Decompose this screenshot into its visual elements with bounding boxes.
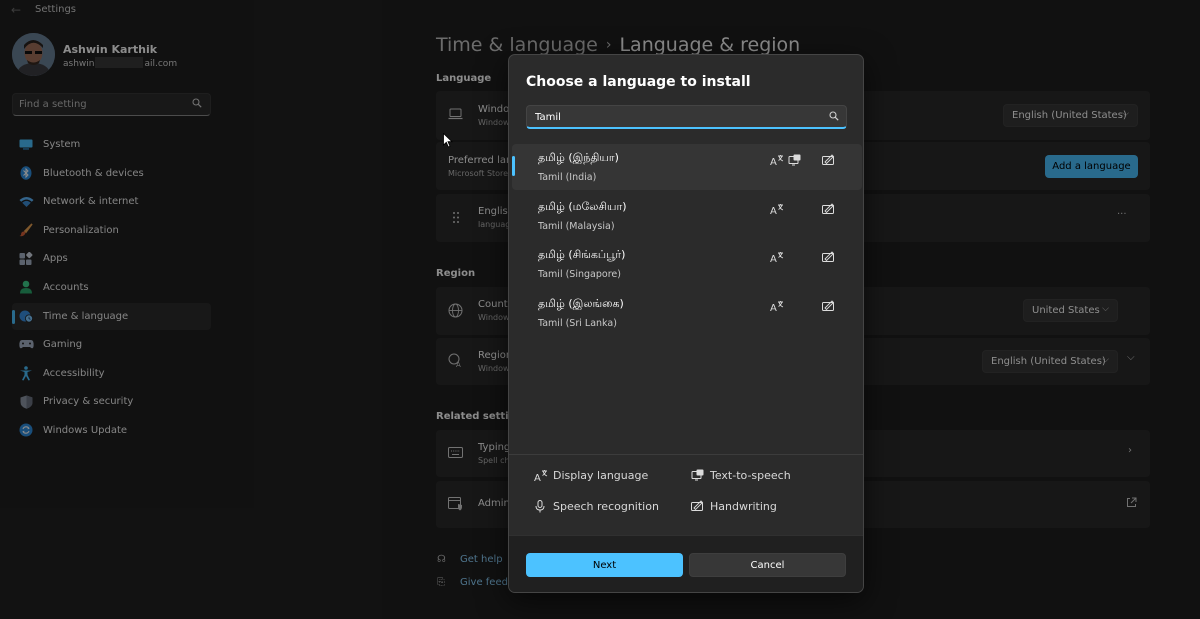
cancel-button[interactable]: Cancel: [689, 553, 846, 577]
text-to-speech-icon: [788, 154, 802, 166]
legend-handwriting: Handwriting: [691, 500, 777, 513]
handwriting-icon: [822, 299, 836, 312]
svg-text:A: A: [770, 254, 777, 263]
language-search-input[interactable]: [535, 110, 815, 125]
list-item[interactable]: தமிழ் (மலேசியா) Tamil (Malaysia) A: [512, 193, 862, 239]
svg-text:A: A: [770, 157, 777, 166]
svg-text:A: A: [770, 303, 777, 312]
list-item[interactable]: தமிழ் (இந்தியா) Tamil (India) A: [512, 144, 862, 190]
display-language-icon: A: [534, 469, 548, 484]
display-language-icon: A: [770, 154, 784, 168]
svg-text:A: A: [770, 206, 777, 215]
handwriting-icon: [822, 202, 836, 215]
handwriting-icon: [822, 154, 836, 166]
handwriting-icon: [691, 500, 705, 513]
svg-text:A: A: [534, 473, 541, 482]
language-list: தமிழ் (இந்தியா) Tamil (India) A தமிழ் (ம…: [512, 144, 862, 338]
language-search[interactable]: [526, 105, 847, 129]
list-item[interactable]: தமிழ் (சிங்கப்பூர்) Tamil (Singapore) A: [512, 241, 862, 287]
display-language-icon: A: [770, 203, 784, 217]
dialog-divider: [509, 454, 863, 455]
handwriting-icon: [822, 251, 836, 263]
microphone-icon: [534, 500, 548, 513]
mouse-cursor-icon: [443, 132, 453, 151]
legend-display-language: A Display language: [534, 469, 649, 484]
list-item[interactable]: தமிழ் (இலங்கை) Tamil (Sri Lanka) A: [512, 290, 862, 336]
choose-language-dialog: Choose a language to install தமிழ் (இந்த…: [508, 54, 864, 593]
next-button[interactable]: Next: [526, 553, 683, 577]
display-language-icon: A: [770, 300, 784, 314]
dialog-title: Choose a language to install: [526, 74, 751, 90]
legend-speech-recognition: Speech recognition: [534, 500, 659, 513]
legend-text-to-speech: Text-to-speech: [691, 469, 791, 482]
search-icon: [829, 111, 839, 124]
display-language-icon: A: [770, 251, 784, 265]
dialog-footer: Next Cancel: [509, 535, 863, 592]
text-to-speech-icon: [691, 469, 705, 482]
